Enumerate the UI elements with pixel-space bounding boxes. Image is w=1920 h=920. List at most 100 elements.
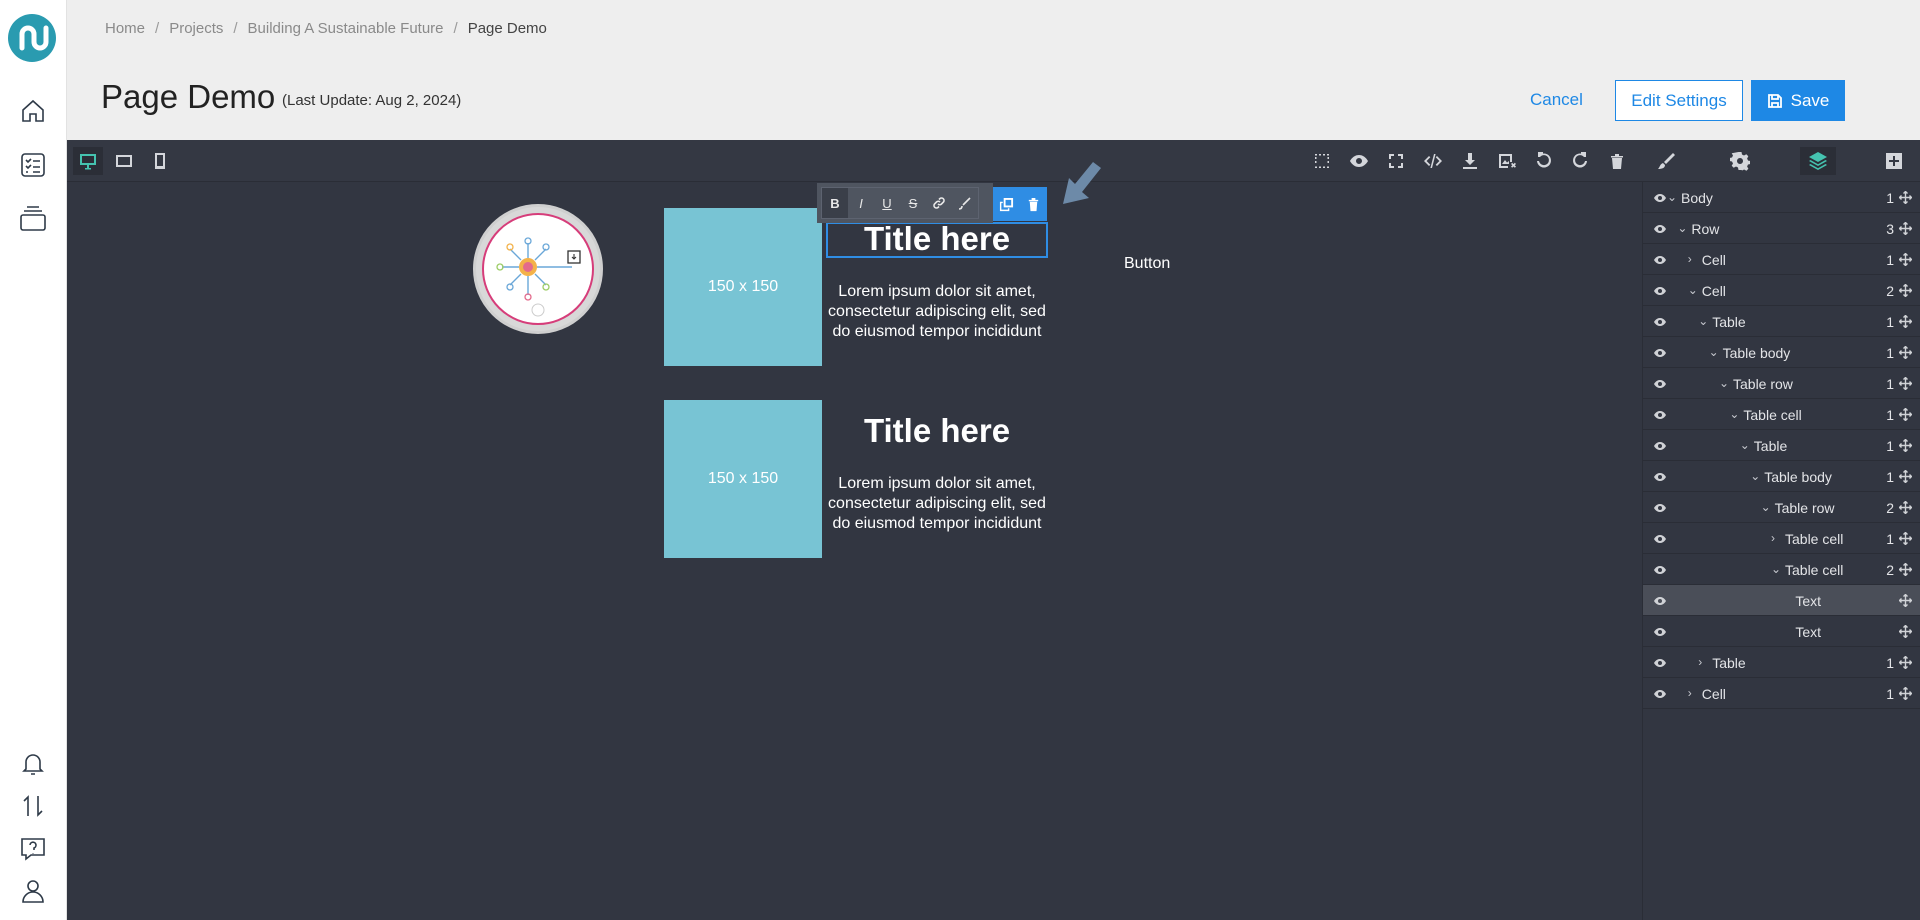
layer-row[interactable]: ⌄ Table cell 2: [1643, 554, 1920, 585]
user-icon[interactable]: [18, 876, 48, 906]
chevron-down-icon[interactable]: ⌄: [1771, 562, 1781, 576]
layer-row[interactable]: ⌄ Table row 1: [1643, 368, 1920, 399]
chevron-right-icon[interactable]: ›: [1688, 686, 1698, 700]
visibility-eye-icon[interactable]: [1653, 470, 1667, 484]
layer-row[interactable]: ⌄ Table cell 1: [1643, 399, 1920, 430]
visibility-eye-icon[interactable]: [1653, 408, 1667, 422]
visibility-eye-icon[interactable]: [1653, 625, 1667, 639]
visibility-eye-icon[interactable]: [1653, 191, 1667, 205]
move-handle-icon[interactable]: [1898, 531, 1913, 546]
move-handle-icon[interactable]: [1898, 376, 1913, 391]
bell-icon[interactable]: [18, 748, 48, 778]
logo-icon[interactable]: [8, 14, 56, 62]
desktop-icon[interactable]: [73, 147, 103, 175]
move-handle-icon[interactable]: [1898, 500, 1913, 515]
underline-button[interactable]: U: [874, 188, 900, 218]
visibility-eye-icon[interactable]: [1653, 501, 1667, 515]
cancel-button[interactable]: Cancel: [1530, 80, 1583, 120]
bold-button[interactable]: B: [822, 188, 848, 218]
trash-icon[interactable]: [1602, 147, 1632, 175]
layer-row[interactable]: › Cell 1: [1643, 678, 1920, 709]
visibility-eye-icon[interactable]: [1653, 532, 1667, 546]
visibility-eye-icon[interactable]: [1653, 656, 1667, 670]
gear-icon[interactable]: [1725, 147, 1755, 175]
move-handle-icon[interactable]: [1898, 407, 1913, 422]
chevron-down-icon[interactable]: ⌄: [1740, 438, 1750, 452]
preview-eye-icon[interactable]: [1344, 147, 1374, 175]
layer-row[interactable]: › Cell 1: [1643, 244, 1920, 275]
save-button[interactable]: Save: [1751, 80, 1845, 121]
chevron-down-icon[interactable]: ⌄: [1667, 190, 1677, 204]
italic-button[interactable]: I: [848, 188, 874, 218]
move-handle-icon[interactable]: [1898, 252, 1913, 267]
avatar-image[interactable]: [473, 204, 603, 334]
code-icon[interactable]: [1418, 147, 1448, 175]
select-outline-icon[interactable]: [1307, 147, 1337, 175]
mobile-icon[interactable]: [145, 147, 175, 175]
chevron-right-icon[interactable]: ›: [1698, 655, 1708, 669]
move-handle-icon[interactable]: [1898, 624, 1913, 639]
chevron-down-icon[interactable]: ⌄: [1698, 314, 1708, 328]
layers-icon[interactable]: [1800, 147, 1836, 175]
layer-row[interactable]: ⌄ Table body 1: [1643, 337, 1920, 368]
visibility-eye-icon[interactable]: [1653, 687, 1667, 701]
canvas-button[interactable]: Button: [1124, 255, 1170, 273]
chevron-right-icon[interactable]: ›: [1771, 531, 1781, 545]
card-text[interactable]: Lorem ipsum dolor sit amet, consectetur …: [827, 474, 1047, 534]
layer-row[interactable]: ⌄ Table row 2: [1643, 492, 1920, 523]
stack-icon[interactable]: [18, 204, 48, 234]
link-icon[interactable]: [926, 188, 952, 218]
brush-icon[interactable]: [952, 188, 978, 218]
breadcrumb-projects[interactable]: Projects: [169, 20, 223, 37]
visibility-eye-icon[interactable]: [1653, 284, 1667, 298]
chevron-down-icon[interactable]: ⌄: [1677, 221, 1687, 235]
tablet-icon[interactable]: [109, 147, 139, 175]
breadcrumb-project[interactable]: Building A Sustainable Future: [248, 20, 444, 37]
layer-row[interactable]: ⌄ Cell 2: [1643, 275, 1920, 306]
layer-row[interactable]: › Table 1: [1643, 647, 1920, 678]
move-handle-icon[interactable]: [1898, 655, 1913, 670]
redo-icon[interactable]: [1565, 147, 1595, 175]
transfer-icon[interactable]: [18, 791, 48, 821]
visibility-eye-icon[interactable]: [1653, 222, 1667, 236]
home-icon[interactable]: [18, 96, 48, 126]
add-block-icon[interactable]: [1879, 147, 1909, 175]
layer-row[interactable]: › Table cell 1: [1643, 523, 1920, 554]
duplicate-icon[interactable]: [999, 197, 1014, 212]
brush-icon[interactable]: [1651, 147, 1681, 175]
move-handle-icon[interactable]: [1898, 438, 1913, 453]
download-icon[interactable]: [1455, 147, 1485, 175]
image-placeholder[interactable]: 150 x 150: [664, 400, 822, 558]
visibility-eye-icon[interactable]: [1653, 377, 1667, 391]
move-handle-icon[interactable]: [1898, 345, 1913, 360]
edit-settings-button[interactable]: Edit Settings: [1615, 80, 1743, 121]
layer-row[interactable]: ⌄ Table 1: [1643, 306, 1920, 337]
layer-row[interactable]: ⌄ Table body 1: [1643, 461, 1920, 492]
layer-row[interactable]: Text: [1643, 616, 1920, 647]
layer-row[interactable]: ⌄ Table 1: [1643, 430, 1920, 461]
visibility-eye-icon[interactable]: [1653, 253, 1667, 267]
editor-canvas[interactable]: 150 x 150 Title here Lorem ipsum dolor s…: [67, 162, 1642, 920]
chevron-down-icon[interactable]: ⌄: [1709, 345, 1719, 359]
visibility-eye-icon[interactable]: [1653, 563, 1667, 577]
help-icon[interactable]: [18, 834, 48, 864]
visibility-eye-icon[interactable]: [1653, 346, 1667, 360]
move-handle-icon[interactable]: [1898, 469, 1913, 484]
move-handle-icon[interactable]: [1898, 686, 1913, 701]
layer-row[interactable]: ⌄ Body 1: [1643, 182, 1920, 213]
chevron-down-icon[interactable]: ⌄: [1729, 407, 1739, 421]
move-handle-icon[interactable]: [1898, 283, 1913, 298]
image-remove-icon[interactable]: [1492, 147, 1522, 175]
visibility-eye-icon[interactable]: [1653, 315, 1667, 329]
chevron-right-icon[interactable]: ›: [1688, 252, 1698, 266]
move-handle-icon[interactable]: [1898, 221, 1913, 236]
move-handle-icon[interactable]: [1898, 314, 1913, 329]
move-handle-icon[interactable]: [1898, 190, 1913, 205]
breadcrumb-home[interactable]: Home: [105, 20, 145, 37]
card-text[interactable]: Lorem ipsum dolor sit amet, consectetur …: [827, 282, 1047, 342]
move-handle-icon[interactable]: [1898, 593, 1913, 608]
checklist-icon[interactable]: [18, 150, 48, 180]
chevron-down-icon[interactable]: ⌄: [1688, 283, 1698, 297]
strikethrough-button[interactable]: S: [900, 188, 926, 218]
chevron-down-icon[interactable]: ⌄: [1750, 469, 1760, 483]
